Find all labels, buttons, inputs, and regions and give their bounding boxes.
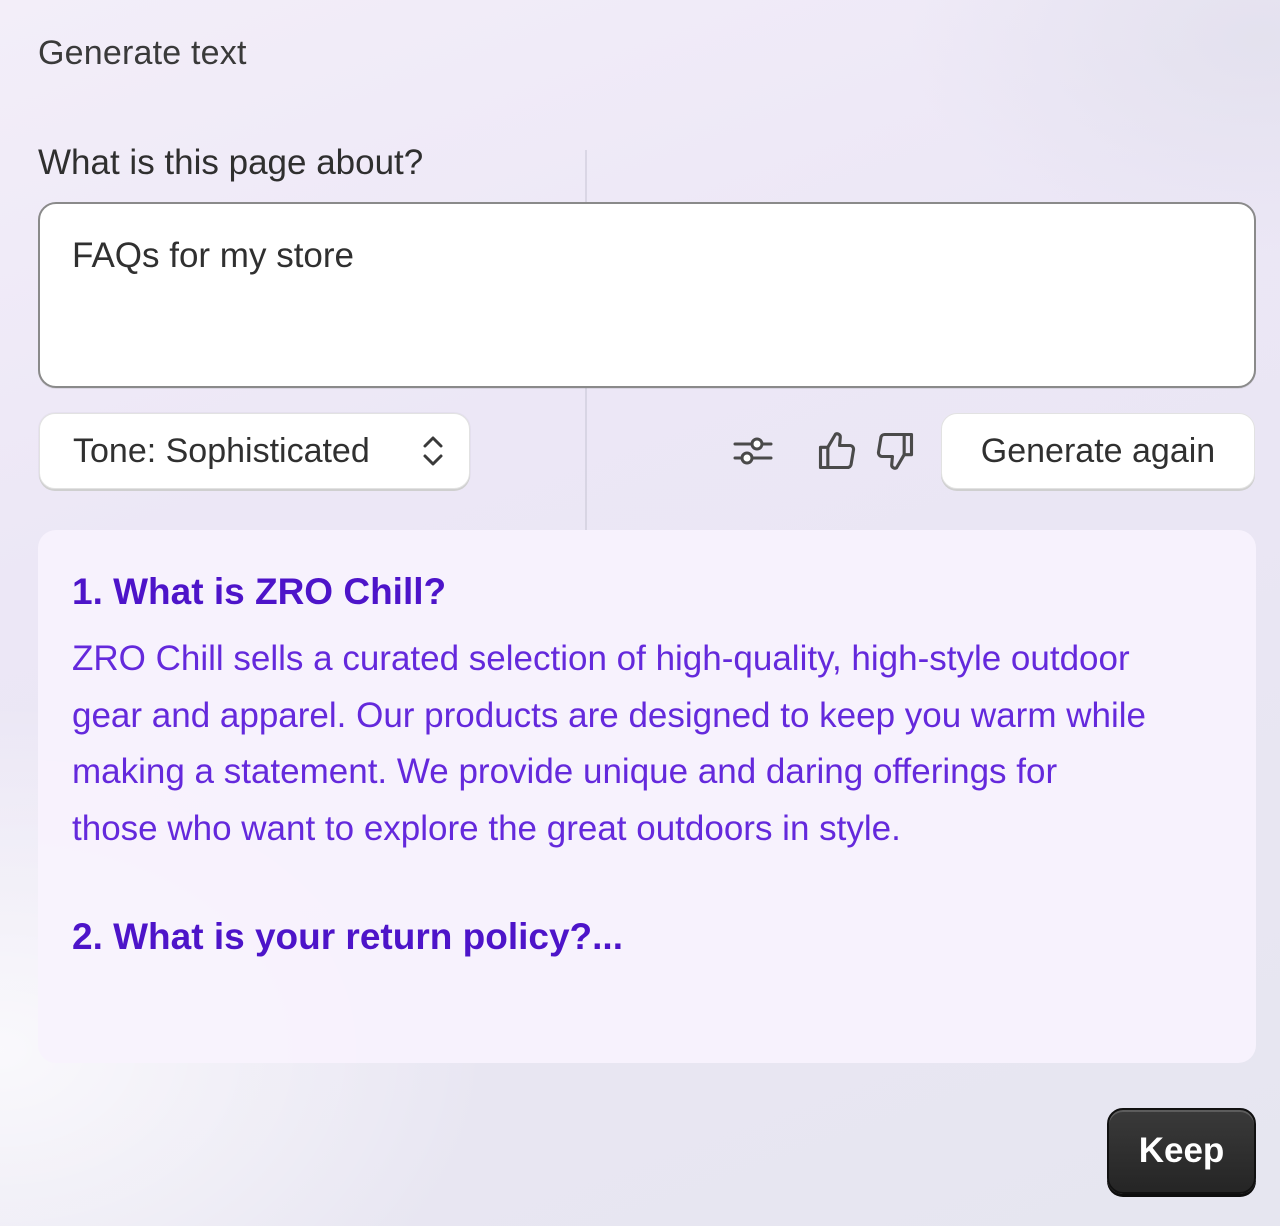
generated-result: 1. What is ZRO Chill? ZRO Chill sells a … — [38, 530, 1256, 1063]
faq-question-2: 2. What is your return policy?... — [72, 916, 623, 957]
prompt-textarea[interactable]: FAQs for my store — [38, 202, 1256, 388]
prompt-label: What is this page about? — [38, 143, 424, 182]
sliders-icon[interactable] — [727, 425, 779, 477]
thumbs-up-icon[interactable] — [811, 425, 863, 477]
panel-title: Generate text — [38, 34, 247, 72]
prompt-value: FAQs for my store — [72, 236, 354, 275]
keep-button[interactable]: Keep — [1107, 1108, 1256, 1194]
generate-again-button[interactable]: Generate again — [941, 413, 1255, 489]
faq-answer-1: ZRO Chill sells a curated selection of h… — [72, 639, 1146, 848]
tone-select[interactable]: Tone: Sophisticated — [39, 413, 470, 489]
faq-question-1: 1. What is ZRO Chill? — [72, 571, 447, 612]
tone-label: Tone: Sophisticated — [73, 431, 370, 470]
thumbs-down-icon[interactable] — [869, 425, 921, 477]
chevron-up-down-icon — [419, 430, 447, 472]
